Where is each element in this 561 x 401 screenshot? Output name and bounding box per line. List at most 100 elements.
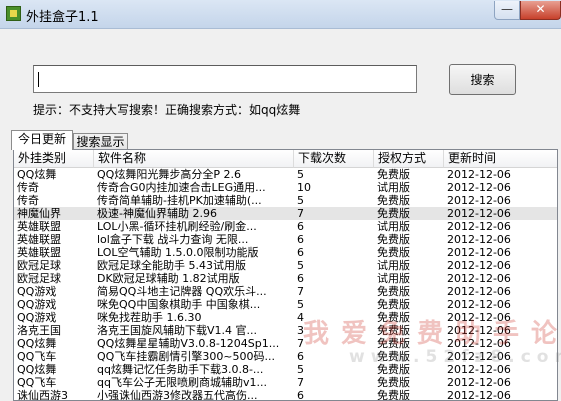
table-row[interactable]: 传奇 传奇简单辅助-挂机PK加速辅助(... 5 免费版 2012-12-06 (14, 194, 557, 207)
table-row[interactable]: QQ飞车 QQ飞车挂霸剧情引擎300~500码... 6 免费版 2012-12-06 (14, 350, 557, 363)
table-cell: QQ炫舞 (17, 363, 57, 376)
table-cell: 2012-12-06 (447, 181, 511, 194)
table-cell: 2012-12-06 (447, 350, 511, 363)
table-cell: 试用版 (377, 272, 410, 285)
table-cell: 2012-12-06 (447, 259, 511, 272)
table-cell: 2012-12-06 (447, 233, 511, 246)
table-cell: 2012-12-06 (447, 337, 511, 350)
table-cell: 欧冠足球 (17, 259, 61, 272)
table-cell: 欧冠足球全能助手 5.43试用版 (97, 259, 246, 272)
table-row[interactable]: 欧冠足球 欧冠足球全能助手 5.43试用版 5 试用版 2012-12-06 (14, 259, 557, 272)
table-cell: QQ飞车挂霸剧情引擎300~500码... (97, 350, 276, 363)
table-row[interactable]: 英雄联盟 lol盒子下载 战斗力查询 无限... 6 免费版 2012-12-06 (14, 233, 557, 246)
table-row[interactable]: QQ飞车 qq飞车公子无限喷刷商城辅助v1... 7 免费版 2012-12-06 (14, 376, 557, 389)
column-header-update-time[interactable]: 更新时间 (444, 150, 557, 168)
table-row[interactable]: QQ游戏 简易QQ斗地主记牌器 QQ欢乐斗... 7 免费版 2012-12-06 (14, 285, 557, 298)
table-cell: 传奇合G0内挂加速合击LEG通用... (97, 181, 266, 194)
table-cell: QQ游戏 (17, 298, 57, 311)
table-cell: 免费版 (377, 324, 410, 337)
table-cell: 5 (297, 298, 304, 311)
table-cell: 2012-12-06 (447, 207, 511, 220)
search-input[interactable] (33, 65, 417, 93)
table-cell: qq炫舞记忆任务助手下载3.0.8-... (97, 363, 264, 376)
table-cell: 2012-12-06 (447, 363, 511, 376)
results-listview[interactable]: 外挂类别 软件名称 下载次数 授权方式 更新时间 QQ炫舞 QQ炫舞阳光舞步高分全… (13, 149, 558, 401)
table-cell: 免费版 (377, 389, 410, 401)
table-row[interactable]: 英雄联盟 LOL小黑-循环挂机刷经验/刷金... 6 试用版 2012-12-06 (14, 220, 557, 233)
table-cell: 5 (297, 259, 304, 272)
table-cell: 免费版 (377, 376, 410, 389)
table-row[interactable]: QQ炫舞 QQ炫舞星星辅助V3.0.8-1204Sp1... 7 免费版 2012-12… (14, 337, 557, 350)
table-cell: 诛仙西游3 (17, 389, 68, 401)
table-cell: 试用版 (377, 220, 410, 233)
table-cell: 6 (297, 233, 304, 246)
title-bar: 外挂盒子1.1 — ✕ (0, 0, 561, 29)
table-cell: 洛克王国 (17, 324, 61, 337)
table-cell: 10 (297, 181, 311, 194)
table-cell: 2012-12-06 (447, 389, 511, 401)
close-button[interactable]: ✕ (520, 1, 561, 20)
table-row[interactable]: QQ炫舞 qq炫舞记忆任务助手下载3.0.8-... 5 免费版 2012-12-06 (14, 363, 557, 376)
table-cell: 欧冠足球 (17, 272, 61, 285)
table-row[interactable]: 洛克王国 洛克王国旋风辅助下载V1.4 官... 3 免费版 2012-12-06 (14, 324, 557, 337)
table-row[interactable]: QQ炫舞 QQ炫舞阳光舞步高分全P 2.6 5 免费版 2012-12-06 (14, 168, 557, 181)
table-cell: 洛克王国旋风辅助下载V1.4 官... (97, 324, 258, 337)
minimize-button[interactable]: — (494, 1, 520, 20)
table-cell: 5 (297, 363, 304, 376)
table-cell: 英雄联盟 (17, 233, 61, 246)
table-cell: 免费版 (377, 207, 410, 220)
table-cell: 传奇简单辅助-挂机PK加速辅助(... (97, 194, 262, 207)
table-cell: 神魔仙界 (17, 207, 61, 220)
table-cell: 免费版 (377, 350, 410, 363)
table-cell: 传奇 (17, 194, 39, 207)
table-cell: 2012-12-06 (447, 376, 511, 389)
table-cell: QQ飞车 (17, 350, 57, 363)
table-cell: 4 (297, 311, 304, 324)
table-cell: 5 (297, 168, 304, 181)
column-header-category[interactable]: 外挂类别 (14, 150, 94, 168)
table-cell: 2012-12-06 (447, 298, 511, 311)
table-row[interactable]: 欧冠足球 DK欧冠足球辅助 1.82试用版 6 试用版 2012-12-06 (14, 272, 557, 285)
table-cell: 3 (297, 324, 304, 337)
table-cell: 2012-12-06 (447, 272, 511, 285)
table-cell: 免费版 (377, 285, 410, 298)
table-cell: 2012-12-06 (447, 311, 511, 324)
table-row[interactable]: QQ游戏 咪免QQ中国象棋助手 中国象棋... 5 免费版 2012-12-06 (14, 298, 557, 311)
app-icon (6, 6, 21, 21)
table-cell: 7 (297, 337, 304, 350)
table-cell: 2012-12-06 (447, 285, 511, 298)
table-cell: lol盒子下载 战斗力查询 无限... (97, 233, 249, 246)
window-title: 外挂盒子1.1 (26, 10, 99, 25)
table-cell: 免费版 (377, 233, 410, 246)
table-cell: 试用版 (377, 181, 410, 194)
column-header-downloads[interactable]: 下载次数 (294, 150, 374, 168)
table-cell: 免费版 (377, 246, 410, 259)
table-row[interactable]: QQ游戏 咪免找茬助手 1.6.30 4 免费版 2012-12-06 (14, 311, 557, 324)
table-cell: LOL空气辅助 1.5.0.0限制功能版 (97, 246, 259, 259)
table-cell: DK欧冠足球辅助 1.82试用版 (97, 272, 240, 285)
column-header-software-name[interactable]: 软件名称 (94, 150, 294, 168)
table-cell: QQ炫舞星星辅助V3.0.8-1204Sp1... (97, 337, 280, 350)
table-cell: 咪免找茬助手 1.6.30 (97, 311, 202, 324)
table-cell: 2012-12-06 (447, 194, 511, 207)
table-cell: 小强诛仙西游3修改器五代高伤... (97, 389, 258, 401)
table-row[interactable]: 英雄联盟 LOL空气辅助 1.5.0.0限制功能版 6 免费版 2012-12-06 (14, 246, 557, 259)
table-row[interactable]: 神魔仙界 极速-神魔仙界辅助 2.96 7 免费版 2012-12-06 (14, 207, 557, 220)
table-cell: 免费版 (377, 337, 410, 350)
table-cell: 2012-12-06 (447, 246, 511, 259)
tab-today-updates[interactable]: 今日更新 (11, 130, 73, 150)
table-cell: QQ飞车 (17, 376, 57, 389)
table-cell: 英雄联盟 (17, 220, 61, 233)
table-cell: qq飞车公子无限喷刷商城辅助v1... (97, 376, 267, 389)
table-cell: 6 (297, 350, 304, 363)
table-cell: LOL小黑-循环挂机刷经验/刷金... (97, 220, 257, 233)
search-button[interactable]: 搜索 (449, 64, 516, 95)
table-cell: 免费版 (377, 194, 410, 207)
table-row[interactable]: 诛仙西游3 小强诛仙西游3修改器五代高伤... 6 免费版 2012-12-06 (14, 389, 557, 401)
table-cell: QQ炫舞 (17, 337, 57, 350)
table-cell: 英雄联盟 (17, 246, 61, 259)
client-area: 搜索 提示：不支持大写搜索！正确搜索方式：如qq炫舞 今日更新 搜索显示 外挂类… (3, 29, 561, 401)
table-row[interactable]: 传奇 传奇合G0内挂加速合击LEG通用... 10 试用版 2012-12-06 (14, 181, 557, 194)
table-cell: QQ炫舞阳光舞步高分全P 2.6 (97, 168, 241, 181)
column-header-license[interactable]: 授权方式 (374, 150, 444, 168)
